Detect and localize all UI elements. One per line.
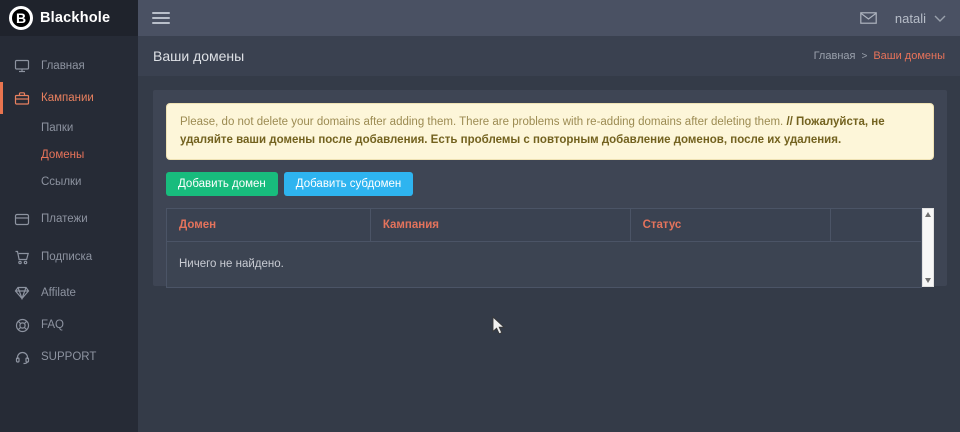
headset-icon	[14, 349, 30, 365]
hamburger-icon[interactable]	[152, 9, 170, 27]
warning-alert: Please, do not delete your domains after…	[166, 103, 934, 160]
empty-state-text: Ничего не найдено.	[167, 241, 922, 287]
sidebar-subitem-label: Ссылки	[41, 176, 82, 188]
main-area: natali Ваши домены Главная > Ваши домены…	[138, 0, 960, 432]
table-scrollbar[interactable]	[922, 208, 934, 287]
breadcrumb-home-link[interactable]: Главная	[814, 50, 856, 62]
sidebar-item-affiliate[interactable]: Affilate	[0, 277, 138, 309]
brand-logo-icon: B	[9, 6, 33, 30]
page-title: Ваши домены	[153, 48, 244, 64]
sidebar-subitem-folders[interactable]: Папки	[0, 114, 138, 141]
header-status[interactable]: Статус	[630, 208, 831, 241]
domains-table: Домен Кампания Статус Ничего не найдено.	[166, 208, 922, 288]
cart-icon	[14, 249, 30, 265]
credit-card-icon	[14, 211, 30, 227]
content-area: Please, do not delete your domains after…	[138, 76, 960, 432]
alert-text-en: Please, do not delete your domains after…	[180, 116, 786, 128]
user-name: natali	[895, 11, 926, 26]
breadcrumb: Главная > Ваши домены	[814, 50, 945, 62]
table-header-row: Домен Кампания Статус	[167, 208, 922, 241]
header-domain[interactable]: Домен	[167, 208, 371, 241]
sidebar-item-support[interactable]: SUPPORT	[0, 341, 138, 373]
sidebar-nav: Главная Кампании Папки Домены Ссылки Пла…	[0, 36, 138, 373]
header-actions	[831, 208, 922, 241]
envelope-icon[interactable]	[860, 12, 877, 24]
breadcrumb-separator: >	[861, 51, 867, 62]
sidebar-item-payments[interactable]: Платежи	[0, 203, 138, 235]
sidebar-item-campaigns[interactable]: Кампании	[0, 82, 138, 114]
breadcrumb-current[interactable]: Ваши домены	[873, 50, 945, 62]
sidebar-item-faq[interactable]: FAQ	[0, 309, 138, 341]
chevron-down-icon	[934, 15, 946, 22]
monitor-icon	[14, 58, 30, 74]
brand-logo[interactable]: B Blackhole	[0, 0, 138, 36]
sidebar-item-label: FAQ	[41, 319, 64, 331]
sidebar-subitem-links[interactable]: Ссылки	[0, 168, 138, 195]
sidebar-subitem-label: Домены	[41, 149, 84, 161]
sidebar-item-label: Кампании	[41, 92, 94, 104]
gem-icon	[14, 285, 30, 301]
sidebar-item-subscription[interactable]: Подписка	[0, 241, 138, 273]
sidebar-item-label: Affilate	[41, 287, 76, 299]
topbar: natali	[138, 0, 960, 36]
actions-row: Добавить домен Добавить субдомен	[166, 172, 934, 196]
help-ring-icon	[14, 317, 30, 333]
header-campaign[interactable]: Кампания	[370, 208, 630, 241]
domains-panel: Please, do not delete your domains after…	[153, 90, 947, 286]
sidebar-subitem-label: Папки	[41, 122, 73, 134]
table-row: Ничего не найдено.	[167, 241, 922, 287]
briefcase-icon	[14, 90, 30, 106]
add-subdomain-button[interactable]: Добавить субдомен	[284, 172, 413, 196]
brand-logo-letter: B	[16, 11, 26, 25]
scroll-up-icon[interactable]	[925, 212, 931, 217]
user-menu[interactable]: natali	[895, 11, 946, 26]
domains-table-wrap: Домен Кампания Статус Ничего не найдено.	[166, 208, 934, 288]
page-header: Ваши домены Главная > Ваши домены	[138, 36, 960, 76]
add-domain-button[interactable]: Добавить домен	[166, 172, 278, 196]
sidebar-item-label: SUPPORT	[41, 351, 96, 363]
sidebar: B Blackhole Главная Кампании Папки Домен…	[0, 0, 138, 432]
brand-name: Blackhole	[40, 10, 110, 26]
sidebar-item-label: Подписка	[41, 251, 92, 263]
sidebar-item-home[interactable]: Главная	[0, 50, 138, 82]
sidebar-item-label: Главная	[41, 60, 85, 72]
scroll-down-icon[interactable]	[925, 278, 931, 283]
sidebar-subitem-domains[interactable]: Домены	[0, 141, 138, 168]
sidebar-item-label: Платежи	[41, 213, 88, 225]
